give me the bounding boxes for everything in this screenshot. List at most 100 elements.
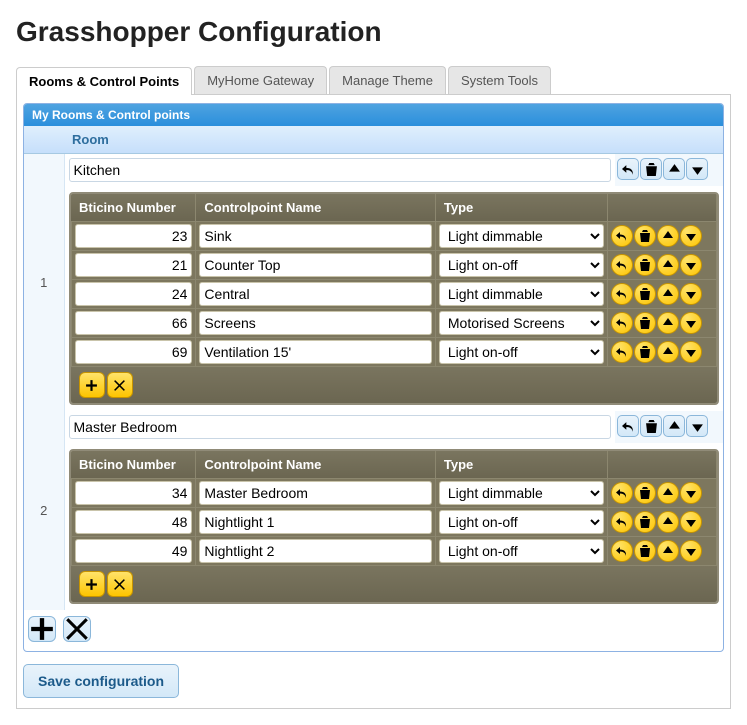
cp-col-actions-header (607, 194, 716, 222)
cp-type-select[interactable]: Light dimmableLight on-offMotorised Scre… (439, 481, 604, 505)
cp-number-input[interactable] (75, 481, 193, 505)
cp-col-name-header: Controlpoint Name (196, 194, 435, 222)
cp-up-button[interactable] (657, 312, 679, 334)
cp-row: Light dimmableLight on-offMotorised Scre… (71, 508, 717, 537)
cp-down-button[interactable] (680, 254, 702, 276)
cp-type-select[interactable]: Light dimmableLight on-offMotorised Scre… (439, 224, 604, 248)
cp-type-select[interactable]: Light dimmableLight on-offMotorised Scre… (439, 282, 604, 306)
cp-delete-button[interactable] (634, 283, 656, 305)
cp-down-button[interactable] (680, 511, 702, 533)
cp-col-num-header: Bticino Number (71, 451, 196, 479)
room-delete-button[interactable] (640, 158, 662, 180)
cp-name-input[interactable] (199, 510, 431, 534)
cp-down-button[interactable] (680, 482, 702, 504)
cp-type-select[interactable]: Light dimmableLight on-offMotorised Scre… (439, 311, 604, 335)
cp-col-type-header: Type (435, 451, 607, 479)
cp-undo-button[interactable] (611, 312, 633, 334)
cp-up-button[interactable] (657, 540, 679, 562)
cp-row: Light dimmableLight on-offMotorised Scre… (71, 280, 717, 309)
cp-name-input[interactable] (199, 481, 431, 505)
tab-0[interactable]: Rooms & Control Points (16, 67, 192, 95)
cp-up-button[interactable] (657, 283, 679, 305)
cp-undo-button[interactable] (611, 225, 633, 247)
room-name-input[interactable] (69, 158, 612, 182)
tab-1[interactable]: MyHome Gateway (194, 66, 327, 94)
room-up-button[interactable] (663, 415, 685, 437)
cp-down-button[interactable] (680, 341, 702, 363)
cp-down-button[interactable] (680, 283, 702, 305)
cp-type-select[interactable]: Light dimmableLight on-offMotorised Scre… (439, 510, 604, 534)
cp-row: Light dimmableLight on-offMotorised Scre… (71, 537, 717, 566)
cp-col-name-header: Controlpoint Name (196, 451, 435, 479)
cp-table-wrapper: Bticino NumberControlpoint NameTypeLight… (69, 449, 720, 604)
cp-delete-button[interactable] (634, 540, 656, 562)
cp-up-button[interactable] (657, 341, 679, 363)
cp-down-button[interactable] (680, 225, 702, 247)
cp-number-input[interactable] (75, 282, 193, 306)
cp-number-input[interactable] (75, 224, 193, 248)
cp-delete-button[interactable] (634, 254, 656, 276)
cp-undo-button[interactable] (611, 283, 633, 305)
room-name-input[interactable] (69, 415, 612, 439)
cp-undo-button[interactable] (611, 341, 633, 363)
cp-row: Light dimmableLight on-offMotorised Scre… (71, 309, 717, 338)
cancel-cp-button[interactable] (107, 571, 133, 597)
cp-undo-button[interactable] (611, 511, 633, 533)
rooms-footer (24, 610, 723, 651)
cp-number-input[interactable] (75, 253, 193, 277)
cp-col-type-header: Type (435, 194, 607, 222)
cp-undo-button[interactable] (611, 540, 633, 562)
cp-footer (71, 367, 718, 403)
cp-number-input[interactable] (75, 510, 193, 534)
add-room-button[interactable] (28, 616, 56, 642)
cp-table-wrapper: Bticino NumberControlpoint NameTypeLight… (69, 192, 720, 405)
cp-table: Bticino NumberControlpoint NameTypeLight… (71, 194, 718, 367)
cp-down-button[interactable] (680, 540, 702, 562)
col-actions-header (615, 126, 723, 154)
cp-up-button[interactable] (657, 225, 679, 247)
tab-content-rooms: My Rooms & Control points Room 1Bticino … (16, 95, 731, 709)
cp-delete-button[interactable] (634, 225, 656, 247)
cp-name-input[interactable] (199, 282, 431, 306)
cp-name-input[interactable] (199, 253, 431, 277)
tab-bar: Rooms & Control PointsMyHome GatewayMana… (16, 66, 731, 95)
room-down-button[interactable] (686, 158, 708, 180)
tab-2[interactable]: Manage Theme (329, 66, 446, 94)
room-undo-button[interactable] (617, 415, 639, 437)
cp-delete-button[interactable] (634, 482, 656, 504)
cp-down-button[interactable] (680, 312, 702, 334)
room-undo-button[interactable] (617, 158, 639, 180)
cp-number-input[interactable] (75, 340, 193, 364)
save-button[interactable]: Save configuration (23, 664, 179, 698)
cancel-room-button[interactable] (63, 616, 91, 642)
room-up-button[interactable] (663, 158, 685, 180)
add-cp-button[interactable] (79, 571, 105, 597)
room-delete-button[interactable] (640, 415, 662, 437)
cancel-cp-button[interactable] (107, 372, 133, 398)
cp-name-input[interactable] (199, 340, 431, 364)
room-index: 2 (24, 411, 64, 610)
cp-type-select[interactable]: Light dimmableLight on-offMotorised Scre… (439, 340, 604, 364)
cp-delete-button[interactable] (634, 341, 656, 363)
cp-type-select[interactable]: Light dimmableLight on-offMotorised Scre… (439, 539, 604, 563)
cp-number-input[interactable] (75, 311, 193, 335)
page-title: Grasshopper Configuration (16, 16, 731, 48)
cp-type-select[interactable]: Light dimmableLight on-offMotorised Scre… (439, 253, 604, 277)
cp-name-input[interactable] (199, 311, 431, 335)
cp-name-input[interactable] (199, 539, 431, 563)
cp-delete-button[interactable] (634, 312, 656, 334)
cp-undo-button[interactable] (611, 254, 633, 276)
cp-up-button[interactable] (657, 482, 679, 504)
add-cp-button[interactable] (79, 372, 105, 398)
tab-3[interactable]: System Tools (448, 66, 551, 94)
cp-name-input[interactable] (199, 224, 431, 248)
cp-undo-button[interactable] (611, 482, 633, 504)
room-down-button[interactable] (686, 415, 708, 437)
cp-up-button[interactable] (657, 254, 679, 276)
cp-number-input[interactable] (75, 539, 193, 563)
room-index: 1 (24, 154, 64, 412)
cp-delete-button[interactable] (634, 511, 656, 533)
cp-row: Light dimmableLight on-offMotorised Scre… (71, 338, 717, 367)
col-idx-header (24, 126, 64, 154)
cp-up-button[interactable] (657, 511, 679, 533)
